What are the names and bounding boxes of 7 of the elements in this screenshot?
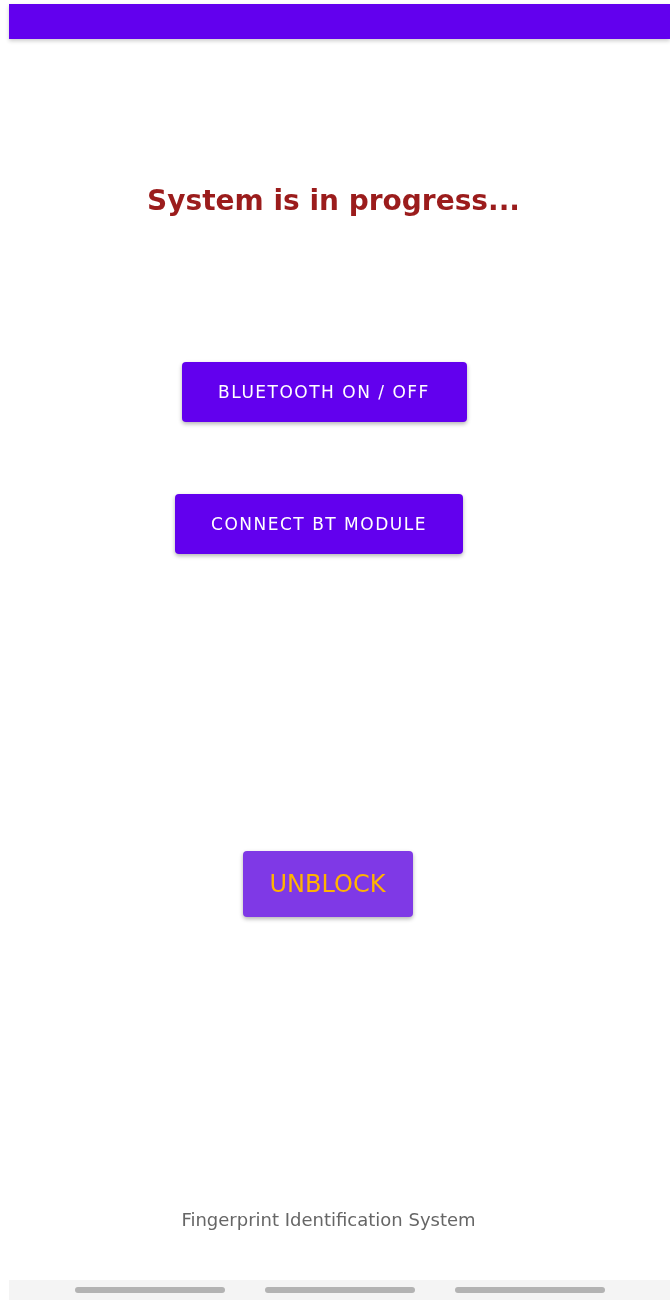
nav-handle-icon[interactable] [74, 1287, 225, 1293]
action-button[interactable]: CONNECT BT MODULE [175, 494, 463, 554]
nav-handle-icon[interactable] [454, 1287, 605, 1293]
nav-handle-icon[interactable] [264, 1287, 415, 1293]
action-button[interactable]: BLUETOOTH ON / OFF [181, 362, 467, 422]
status-title: System is in progress... [147, 184, 520, 217]
footer-text: Fingerprint Identification System [181, 1209, 476, 1230]
